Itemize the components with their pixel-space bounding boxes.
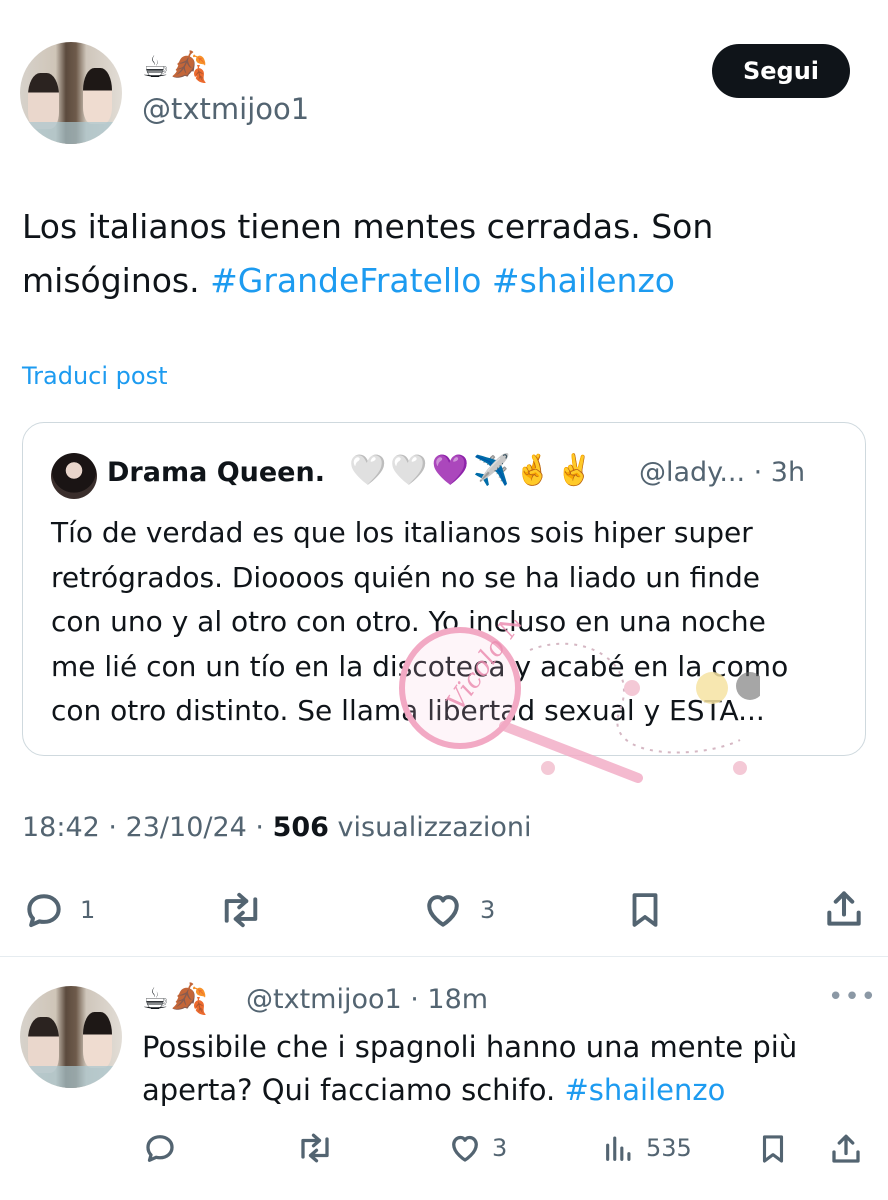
retweet-icon — [224, 892, 258, 928]
divider — [0, 956, 888, 957]
quoted-author-name-emojis: 🤍🤍💜✈️🤞✌️ — [349, 453, 598, 488]
views-count: 506 — [272, 812, 329, 843]
follow-button[interactable]: Segui — [712, 44, 850, 98]
quoted-tweet-text: Tío de verdad es que los italianos sois … — [51, 516, 789, 727]
reply-icon — [146, 1135, 174, 1162]
author-avatar[interactable] — [20, 42, 122, 144]
reply-retweet-button[interactable] — [294, 1130, 336, 1166]
reply-views-count: 535 — [646, 1134, 692, 1162]
reply-author-avatar[interactable] — [20, 986, 122, 1088]
reply-views-button[interactable]: 535 — [602, 1130, 692, 1166]
reply-tweet-text: Possibile che i spagnoli hanno una mente… — [142, 1026, 862, 1112]
hashtag-link[interactable]: #shailenzo — [564, 1073, 725, 1107]
bookmark-button[interactable] — [624, 886, 666, 934]
reply-reply-button[interactable] — [142, 1130, 178, 1166]
reply-bookmark-button[interactable] — [756, 1130, 790, 1168]
heart-icon — [427, 895, 459, 927]
quoted-author-avatar — [51, 453, 97, 499]
tweet-time[interactable]: 18:42 — [22, 812, 100, 843]
author-display-name[interactable]: ☕🍂 — [142, 50, 210, 85]
quoted-author-name: Drama Queen. — [107, 457, 325, 488]
reply-icon — [27, 894, 61, 928]
reply-like-button[interactable]: 3 — [446, 1130, 507, 1166]
bookmark-icon — [762, 1135, 784, 1163]
reply-button[interactable]: 1 — [22, 888, 95, 932]
reply-author-display-name[interactable]: ☕🍂 — [142, 982, 210, 1017]
share-button[interactable] — [822, 886, 866, 932]
quoted-tweet-card[interactable]: Drama Queen. 🤍🤍💜✈️🤞✌️ @lady... · 3h Tío … — [22, 422, 866, 756]
views-label: visualizzazioni — [337, 812, 532, 843]
heart-icon — [452, 1135, 478, 1162]
reply-share-button[interactable] — [828, 1130, 864, 1168]
more-options-icon[interactable]: ••• — [828, 982, 877, 1012]
retweet-button[interactable] — [216, 888, 266, 932]
share-icon — [827, 891, 861, 926]
reply-count: 1 — [80, 896, 96, 924]
tweet-date[interactable]: 23/10/24 — [126, 812, 247, 843]
like-button[interactable]: 3 — [420, 888, 495, 932]
hashtag-link[interactable]: #shailenzo — [492, 261, 675, 300]
timestamp-line: 18:42 · 23/10/24 · 506 visualizzazioni — [22, 812, 532, 843]
reply-author-handle[interactable]: @txtmijoo1 · 18m — [246, 984, 488, 1015]
translate-post-link[interactable]: Traduci post — [22, 362, 167, 390]
author-handle[interactable]: @txtmijoo1 — [142, 92, 309, 126]
hashtag-link[interactable]: #GrandeFratello — [210, 261, 481, 300]
quoted-author-meta: @lady... · 3h — [639, 457, 806, 488]
like-count: 3 — [480, 896, 496, 924]
share-icon — [832, 1134, 860, 1163]
reply-like-count: 3 — [492, 1134, 508, 1162]
tweet-text: Los italianos tienen mentes cerradas. So… — [22, 200, 862, 308]
bookmark-icon — [632, 893, 658, 927]
views-icon — [606, 1136, 631, 1161]
retweet-icon — [301, 1133, 329, 1163]
